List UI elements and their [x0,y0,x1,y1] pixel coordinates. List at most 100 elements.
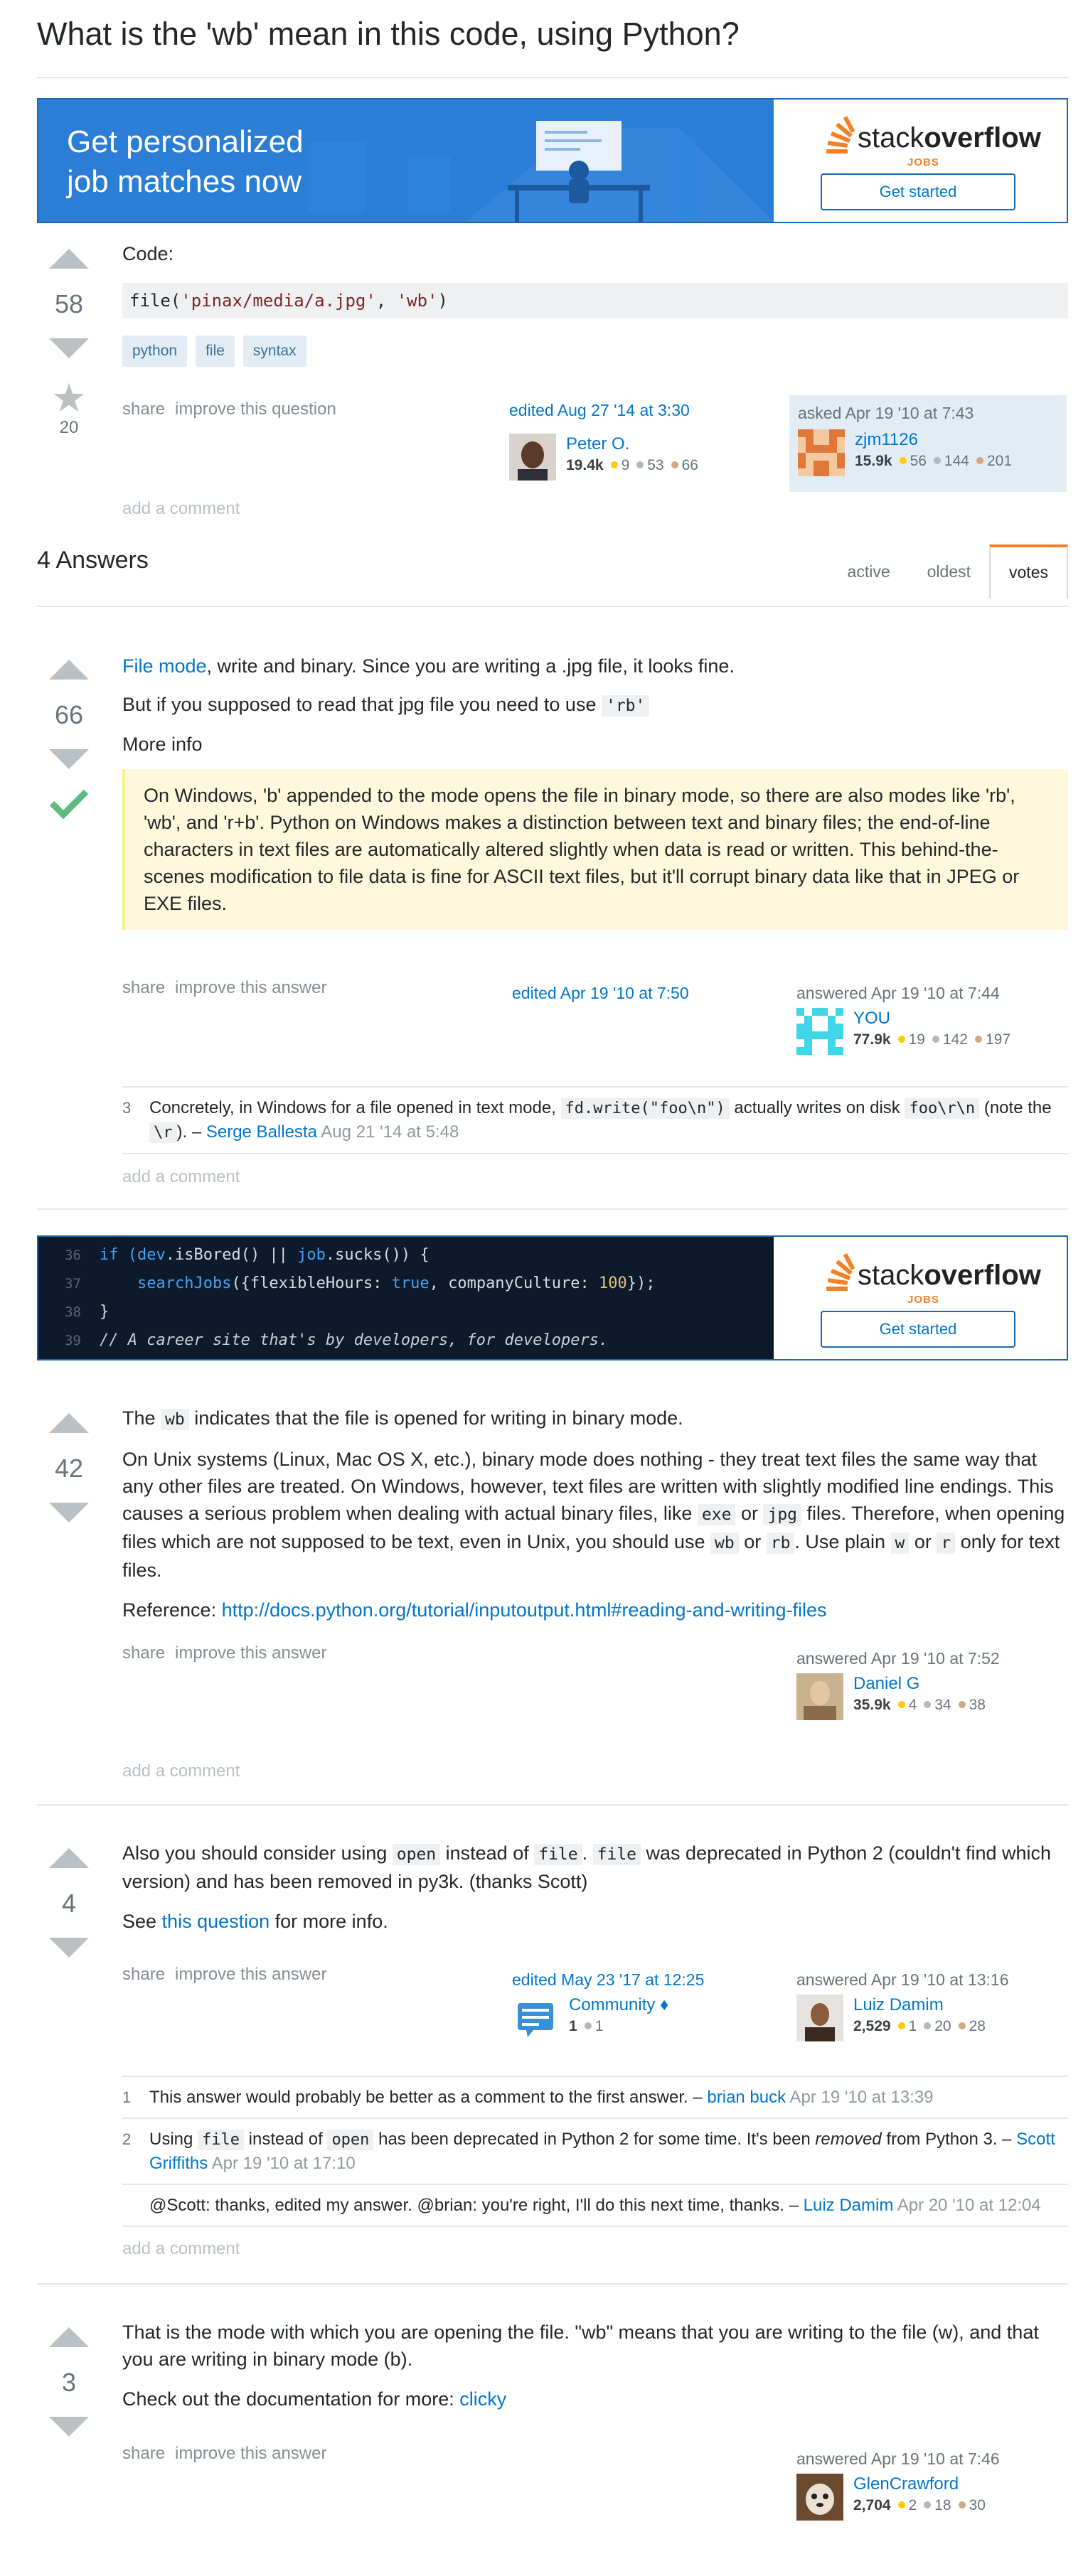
answer3-add-comment-link[interactable]: add a comment [122,2239,240,2259]
answer4-owner-signature: answered Apr 19 '10 at 7:46 GlenCrawford… [796,2448,1074,2533]
upvote-arrow-icon[interactable] [49,1413,89,1433]
question-add-comment-link[interactable]: add a comment [122,499,240,519]
upvote-arrow-icon[interactable] [49,2327,89,2347]
editor-silver: 53 [647,457,664,473]
code-arg-mode: 'wb' [396,291,438,311]
edited-time-link[interactable]: edited May 23 '17 at 12:25 [512,1969,789,1990]
code-token: .sucks()) { [325,1246,430,1264]
get-started-button[interactable]: Get started [821,1311,1015,1348]
asked-time: asked Apr 19 '10 at 7:43 [798,404,974,422]
comment-time[interactable]: Aug 21 '14 at 5:48 [317,1122,459,1142]
upvote-arrow-icon[interactable] [49,249,89,269]
downvote-arrow-icon[interactable] [49,2417,89,2437]
answer1-blockquote: On Windows, 'b' appended to the mode ope… [122,769,1068,930]
ad-right-panel: stackoverflow JOBS Get started [775,100,1067,222]
answer2-username[interactable]: Daniel G [853,1673,986,1695]
upvote-arrow-icon[interactable] [49,660,89,680]
share-link[interactable]: share [122,1643,165,1663]
downvote-arrow-icon[interactable] [49,1503,89,1523]
answer3-user: Luiz Damim 2,529 1 20 28 [796,1995,986,2041]
inline-code: w [890,1533,910,1554]
answered-time: answered Apr 19 '10 at 7:46 [796,2449,1000,2468]
share-link[interactable]: share [122,399,165,419]
user-avatar-icon[interactable] [796,1673,843,1720]
improve-answer-link[interactable]: improve this answer [175,978,326,997]
answer1-divider [37,1208,1068,1210]
improve-question-link[interactable]: improve this question [175,399,336,419]
answer3-username[interactable]: Luiz Damim [853,1995,986,2016]
code-comment: // A career site that's by developers, f… [100,1331,609,1349]
comment-user-link[interactable]: Serge Ballesta [206,1122,317,1142]
answer4-rep: 2,704 [853,2497,891,2513]
comment-time[interactable]: Apr 20 '10 at 12:04 [893,2196,1041,2215]
improve-answer-link[interactable]: improve this answer [175,1965,326,1984]
answer2-text: or [738,1531,767,1552]
comment-user-link[interactable]: Luiz Damim [804,2196,894,2215]
user-avatar-icon[interactable] [509,434,556,481]
answer2-add-comment-link[interactable]: add a comment [122,1761,240,1781]
comment-text: from Python 3. – [881,2130,1017,2149]
comment-time[interactable]: Apr 19 '10 at 17:10 [208,2154,356,2173]
comment-text: ). – [176,1122,206,1142]
answer2-silver: 34 [934,1697,951,1713]
question-title[interactable]: What is the 'wb' mean in this code, usin… [37,14,740,54]
ad-headline-line-1: Get personalized [67,124,304,159]
jobs-code-ad-banner[interactable]: 36 if (dev.isBored() || job.sucks()) { 37… [37,1235,1068,1361]
downvote-arrow-icon[interactable] [49,338,89,358]
tab-votes[interactable]: votes [989,544,1068,599]
answer3-text: for more info. [270,1911,388,1932]
tab-active[interactable]: active [829,544,909,599]
comment-text: @Scott: thanks, edited my answer. @brian… [149,2196,804,2215]
clicky-link[interactable]: clicky [459,2388,506,2410]
owner-silver: 144 [944,453,969,469]
answer1-username[interactable]: YOU [853,1008,1010,1029]
favorite-star-icon[interactable]: ★ [37,378,101,418]
code-end: ) [437,291,448,311]
user-avatar-icon[interactable] [796,1995,843,2041]
answer1-vote-cell: 66 [37,660,101,822]
tag-syntax[interactable]: syntax [242,336,306,367]
share-link[interactable]: share [122,1965,165,1984]
share-link[interactable]: share [122,978,165,997]
downvote-arrow-icon[interactable] [49,749,89,769]
editor-reputation: 19.4k 9 53 66 [566,455,698,476]
downvote-arrow-icon[interactable] [49,1938,89,1958]
improve-answer-link[interactable]: improve this answer [175,2444,326,2463]
answer1-add-comment-link[interactable]: add a comment [122,1167,240,1187]
comment-code: file [198,2130,245,2150]
stackoverflow-logo-icon [823,114,855,154]
upvote-arrow-icon[interactable] [49,1848,89,1868]
answer3-text: . [582,1842,593,1864]
answer3-editor-signature: edited May 23 '17 at 12:25 Community ♦ 1… [512,1969,789,2054]
answered-time: answered Apr 19 '10 at 13:16 [796,1970,1009,1989]
comment-user-link[interactable]: brian buck [707,2088,786,2107]
identicon-avatar-icon[interactable] [798,429,845,476]
improve-answer-link[interactable]: improve this answer [175,1643,326,1663]
this-question-link[interactable]: this question [162,1911,270,1932]
edited-time-link[interactable]: edited Apr 19 '10 at 7:50 [512,982,789,1004]
python-docs-link[interactable]: http://docs.python.org/tutorial/inputout… [222,1599,827,1621]
line-number: 36 [65,1247,81,1263]
comment-time[interactable]: Apr 19 '10 at 13:39 [786,2088,933,2107]
comment-code: foo\r\n [905,1098,980,1119]
ad-right-panel: stackoverflow JOBS Get started [775,1237,1067,1359]
community-username[interactable]: Community ♦ [569,1995,668,2016]
comment-score: 3 [122,1099,132,1117]
jobs-ad-banner[interactable]: Get personalized job matches now stackov… [37,98,1068,223]
tag-file[interactable]: file [196,336,235,367]
file-mode-link[interactable]: File mode [122,655,207,677]
owner-username[interactable]: zjm1126 [855,429,1012,451]
share-link[interactable]: share [122,2444,165,2463]
ad-left-panel: Get personalized job matches now [38,100,774,222]
tab-oldest[interactable]: oldest [909,544,989,599]
edited-time-link[interactable]: edited Aug 27 '14 at 3:30 [509,399,786,421]
answer3-post-menu: share improve this answer [122,1965,336,1985]
community-avatar-icon[interactable] [512,1995,559,2041]
answer4-username[interactable]: GlenCrawford [853,2474,986,2495]
identicon-avatar-icon[interactable] [796,1008,843,1055]
get-started-button[interactable]: Get started [821,173,1015,210]
editor-username[interactable]: Peter O. [566,434,698,455]
user-avatar-icon[interactable] [796,2474,843,2521]
answer2-text: indicates that the file is opened for wr… [188,1407,683,1429]
tag-python[interactable]: python [122,336,188,367]
